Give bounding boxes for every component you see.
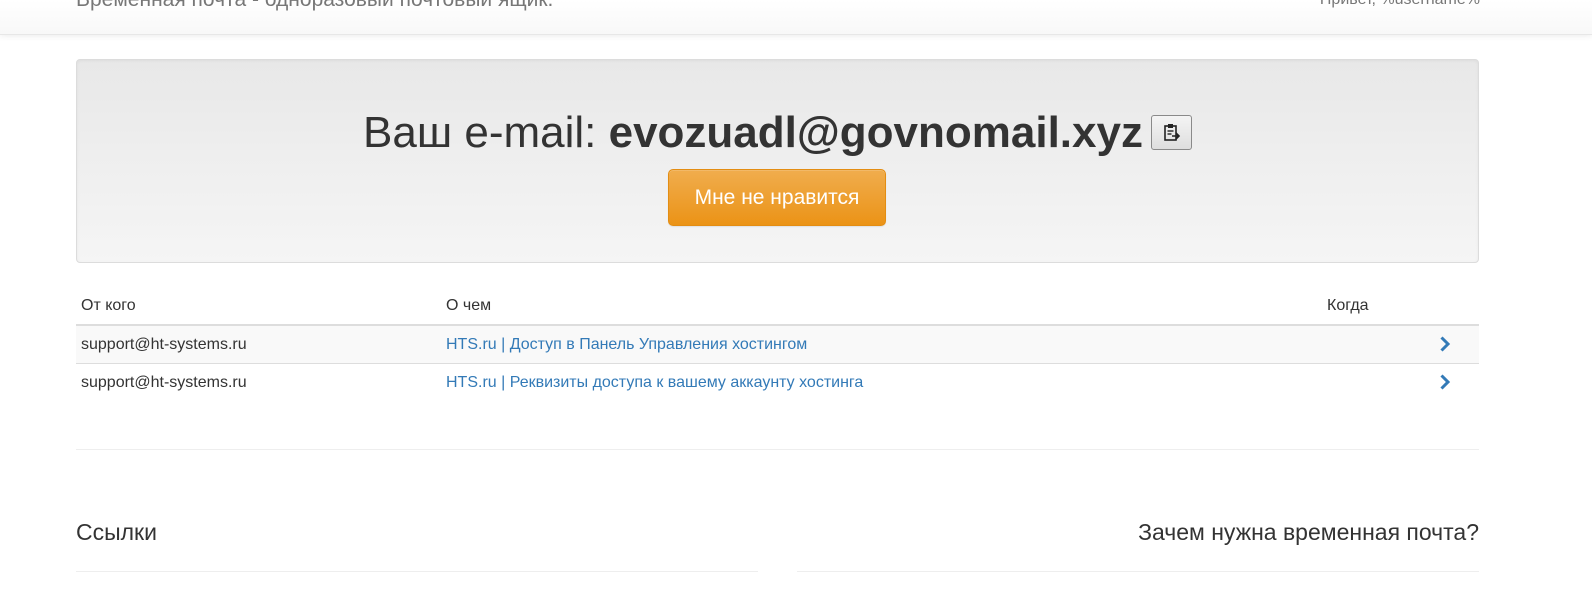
row-from: support@ht-systems.ru bbox=[76, 325, 441, 364]
row-when bbox=[1322, 325, 1432, 364]
inbox-table: От кого О чем Когда support@ht-systems.r… bbox=[76, 287, 1479, 401]
header-subject: О чем bbox=[441, 287, 1322, 326]
copy-email-button[interactable] bbox=[1150, 114, 1192, 150]
why-heading: Зачем нужна временная почта? bbox=[1138, 519, 1479, 545]
row-subject: HTS.ru | Доступ в Панель Управления хост… bbox=[441, 325, 1322, 364]
why-divider bbox=[797, 571, 1479, 572]
email-panel: Ваш e-mail: evozuadl@govnomail.xyz Мне н… bbox=[76, 59, 1479, 263]
links-divider bbox=[76, 571, 758, 572]
table-row[interactable]: support@ht-systems.ru HTS.ru | Доступ в … bbox=[76, 325, 1479, 364]
message-link[interactable]: HTS.ru | Доступ в Панель Управления хост… bbox=[446, 336, 807, 353]
row-subject: HTS.ru | Реквизиты доступа к вашему акка… bbox=[441, 363, 1322, 401]
user-greeting: Привет, %username% bbox=[1320, 0, 1480, 12]
message-link[interactable]: HTS.ru | Реквизиты доступа к вашему акка… bbox=[446, 374, 863, 391]
header-when: Когда bbox=[1322, 287, 1432, 326]
navbar: Временная почта - одноразовый почтовый я… bbox=[0, 0, 1592, 35]
chevron-right-icon bbox=[1440, 374, 1451, 390]
row-from: support@ht-systems.ru bbox=[76, 363, 441, 401]
open-message-button[interactable] bbox=[1432, 363, 1479, 401]
section-divider bbox=[76, 449, 1479, 450]
brand-link[interactable]: Временная почта - одноразовый почтовый я… bbox=[76, 0, 553, 14]
email-line: Ваш e-mail: evozuadl@govnomail.xyz bbox=[77, 106, 1478, 160]
chevron-right-icon bbox=[1440, 336, 1451, 352]
open-message-button[interactable] bbox=[1432, 325, 1479, 364]
header-action bbox=[1432, 287, 1479, 326]
header-from: От кого bbox=[76, 287, 441, 326]
table-row[interactable]: support@ht-systems.ru HTS.ru | Реквизиты… bbox=[76, 363, 1479, 401]
row-when bbox=[1322, 363, 1432, 401]
email-address: evozuadl@govnomail.xyz bbox=[608, 108, 1143, 157]
dislike-button[interactable]: Мне не нравится bbox=[668, 169, 886, 226]
table-header-row: От кого О чем Когда bbox=[76, 287, 1479, 326]
links-heading: Ссылки bbox=[76, 519, 157, 545]
email-prefix: Ваш e-mail: bbox=[363, 108, 609, 157]
clipboard-icon bbox=[1164, 123, 1181, 141]
